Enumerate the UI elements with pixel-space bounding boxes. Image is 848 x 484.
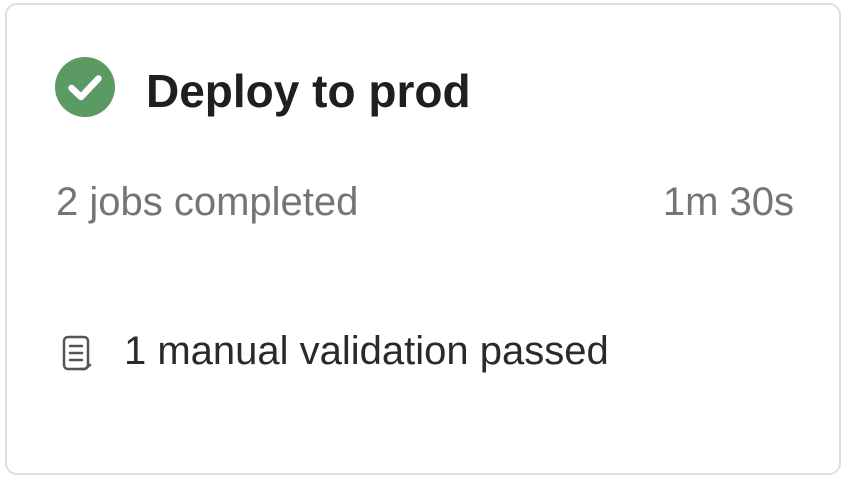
clipboard-list-icon bbox=[61, 335, 93, 373]
page: Deploy to prod 2 jobs completed 1m 30s 1… bbox=[0, 0, 848, 484]
manual-validation-status: 1 manual validation passed bbox=[124, 329, 609, 373]
pipeline-stage-card[interactable]: Deploy to prod 2 jobs completed 1m 30s 1… bbox=[5, 3, 841, 475]
stage-title[interactable]: Deploy to prod bbox=[146, 61, 471, 121]
stage-duration: 1m 30s bbox=[662, 180, 794, 224]
jobs-summary: 2 jobs completed bbox=[56, 180, 359, 224]
check-circle-icon bbox=[54, 56, 116, 118]
